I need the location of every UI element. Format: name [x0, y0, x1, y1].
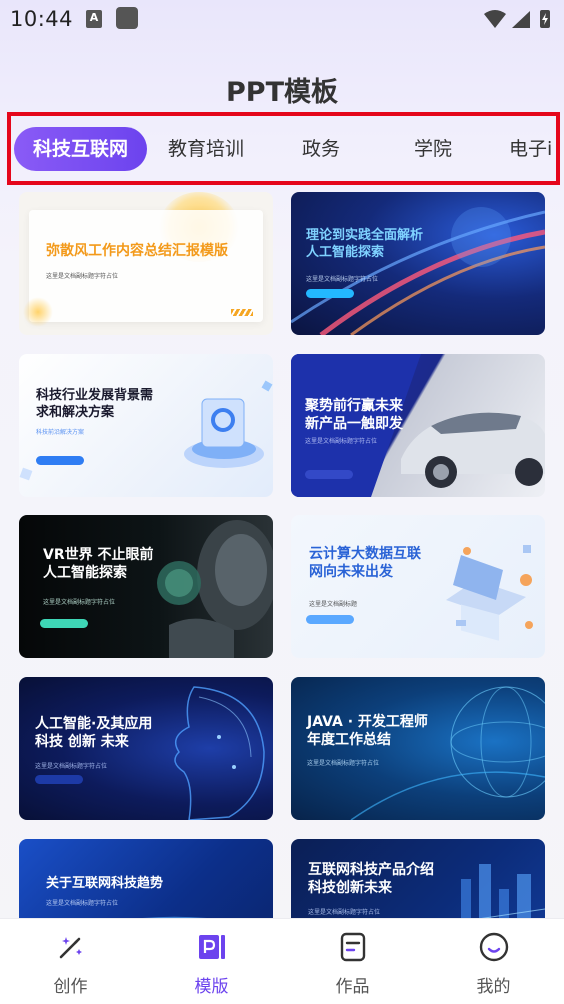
card-title: 关于互联网科技趋势	[46, 876, 164, 891]
card-pill	[35, 775, 83, 784]
tab-government[interactable]: 政务	[291, 127, 351, 171]
card-pill	[36, 456, 84, 465]
template-card[interactable]: 云计算大数据互联 网向未来出发 这里是文档副标题	[291, 515, 545, 658]
tab-electronics[interactable]: 电子i	[509, 127, 556, 171]
nav-label-create: 创作	[53, 977, 88, 997]
template-card[interactable]: 人工智能·及其应用 科技 创新 未来 这里是文档副标题字符占位	[19, 677, 273, 820]
card-title: 聚势前行赢未来 新产品一触即发	[305, 398, 403, 433]
card-subtitle: 这里是文档副标题字符占位	[305, 438, 378, 445]
nav-templates[interactable]: 模版	[141, 919, 282, 1004]
card-title: VR世界 不止眼前 人工智能探索	[43, 547, 154, 582]
status-time: 10:44	[10, 7, 74, 31]
card-subtitle: 这里是文档副标题字符占位	[46, 900, 119, 907]
card-pill	[305, 470, 353, 479]
smile-face-icon	[479, 932, 509, 962]
document-icon	[340, 932, 366, 962]
card-title: JAVA · 开发工程师 年度工作总结	[307, 714, 428, 749]
card-subtitle: 这里是文档副标题字符占位	[46, 273, 119, 280]
tab-education[interactable]: 教育培训	[161, 127, 251, 171]
signal-icon	[512, 11, 530, 28]
light-streaks	[291, 207, 545, 335]
stripe-decoration	[231, 309, 253, 316]
nav-label-templates: 模版	[194, 977, 229, 997]
card-pill	[306, 289, 354, 298]
card-title: 理论到实践全面解析 人工智能探索	[306, 228, 424, 260]
template-card[interactable]: 弥散风工作内容总结汇报模版 这里是文档副标题字符占位	[19, 192, 273, 335]
square-notification-icon	[116, 7, 138, 29]
status-bar: 10:44 A	[0, 0, 564, 40]
template-grid: 弥散风工作内容总结汇报模版 这里是文档副标题字符占位 理论到实践全面解析 人工智能…	[0, 190, 564, 918]
wifi-icon	[484, 10, 506, 28]
template-card[interactable]: 聚势前行赢未来 新产品一触即发 这里是文档副标题字符占位	[291, 354, 545, 497]
card-title: 互联网科技产品介绍 科技创新未来	[308, 862, 434, 897]
card-subtitle: 这里是文档副标题字符占位	[306, 276, 379, 283]
nav-create[interactable]: 创作	[0, 919, 141, 1004]
template-card[interactable]: JAVA · 开发工程师 年度工作总结 这里是文档副标题字符占位	[291, 677, 545, 820]
robot-illustration	[157, 520, 273, 658]
tab-tech-internet[interactable]: 科技互联网	[14, 127, 147, 171]
card-subtitle: 科技前沿解决方案	[36, 429, 85, 436]
bottom-nav: 创作 模版 作品 我的	[0, 918, 564, 1004]
page-title: PPT模板	[226, 77, 338, 108]
slide-panel	[29, 210, 263, 322]
template-card[interactable]: 科技行业发展背景需 求和解决方案 科技前沿解决方案	[19, 354, 273, 497]
cloud-laptop-illustration	[446, 545, 533, 641]
status-icons	[484, 10, 550, 28]
card-subtitle: 这里是文档副标题	[309, 601, 358, 608]
card-title: 科技行业发展背景需 求和解决方案	[36, 388, 154, 420]
nav-label-mine: 我的	[476, 977, 511, 997]
magic-wand-icon	[59, 937, 82, 959]
card-subtitle: 这里是文档副标题字符占位	[35, 763, 108, 770]
card-pill	[40, 619, 88, 628]
card-subtitle: 这里是文档副标题字符占位	[308, 909, 381, 916]
template-card[interactable]: 关于互联网科技趋势 这里是文档副标题字符占位	[19, 839, 273, 918]
3d-badge-illustration	[19, 380, 273, 481]
card-title: 人工智能·及其应用 科技 创新 未来	[35, 716, 153, 751]
nav-mine[interactable]: 我的	[423, 919, 564, 1004]
category-tabs: 科技互联网 教育培训 政务 学院 电子i	[11, 116, 556, 181]
card-pill	[306, 615, 354, 624]
nav-works[interactable]: 作品	[282, 919, 423, 1004]
template-card[interactable]: 互联网科技产品介绍 科技创新未来 这里是文档副标题字符占位	[291, 839, 545, 918]
tab-college[interactable]: 学院	[403, 127, 463, 171]
card-subtitle: 这里是文档副标题字符占位	[307, 760, 380, 767]
card-title: 弥散风工作内容总结汇报模版	[46, 243, 228, 259]
nav-label-works: 作品	[335, 977, 370, 997]
template-card[interactable]: VR世界 不止眼前 人工智能探索 这里是文档副标题字符占位	[19, 515, 273, 658]
template-card[interactable]: 理论到实践全面解析 人工智能探索 这里是文档副标题字符占位	[291, 192, 545, 335]
card-subtitle: 这里是文档副标题字符占位	[43, 599, 116, 606]
decor-glow	[23, 297, 53, 327]
ppt-icon	[199, 935, 225, 959]
a-notification-icon: A	[86, 10, 102, 28]
card-title: 云计算大数据互联 网向未来出发	[309, 546, 421, 581]
